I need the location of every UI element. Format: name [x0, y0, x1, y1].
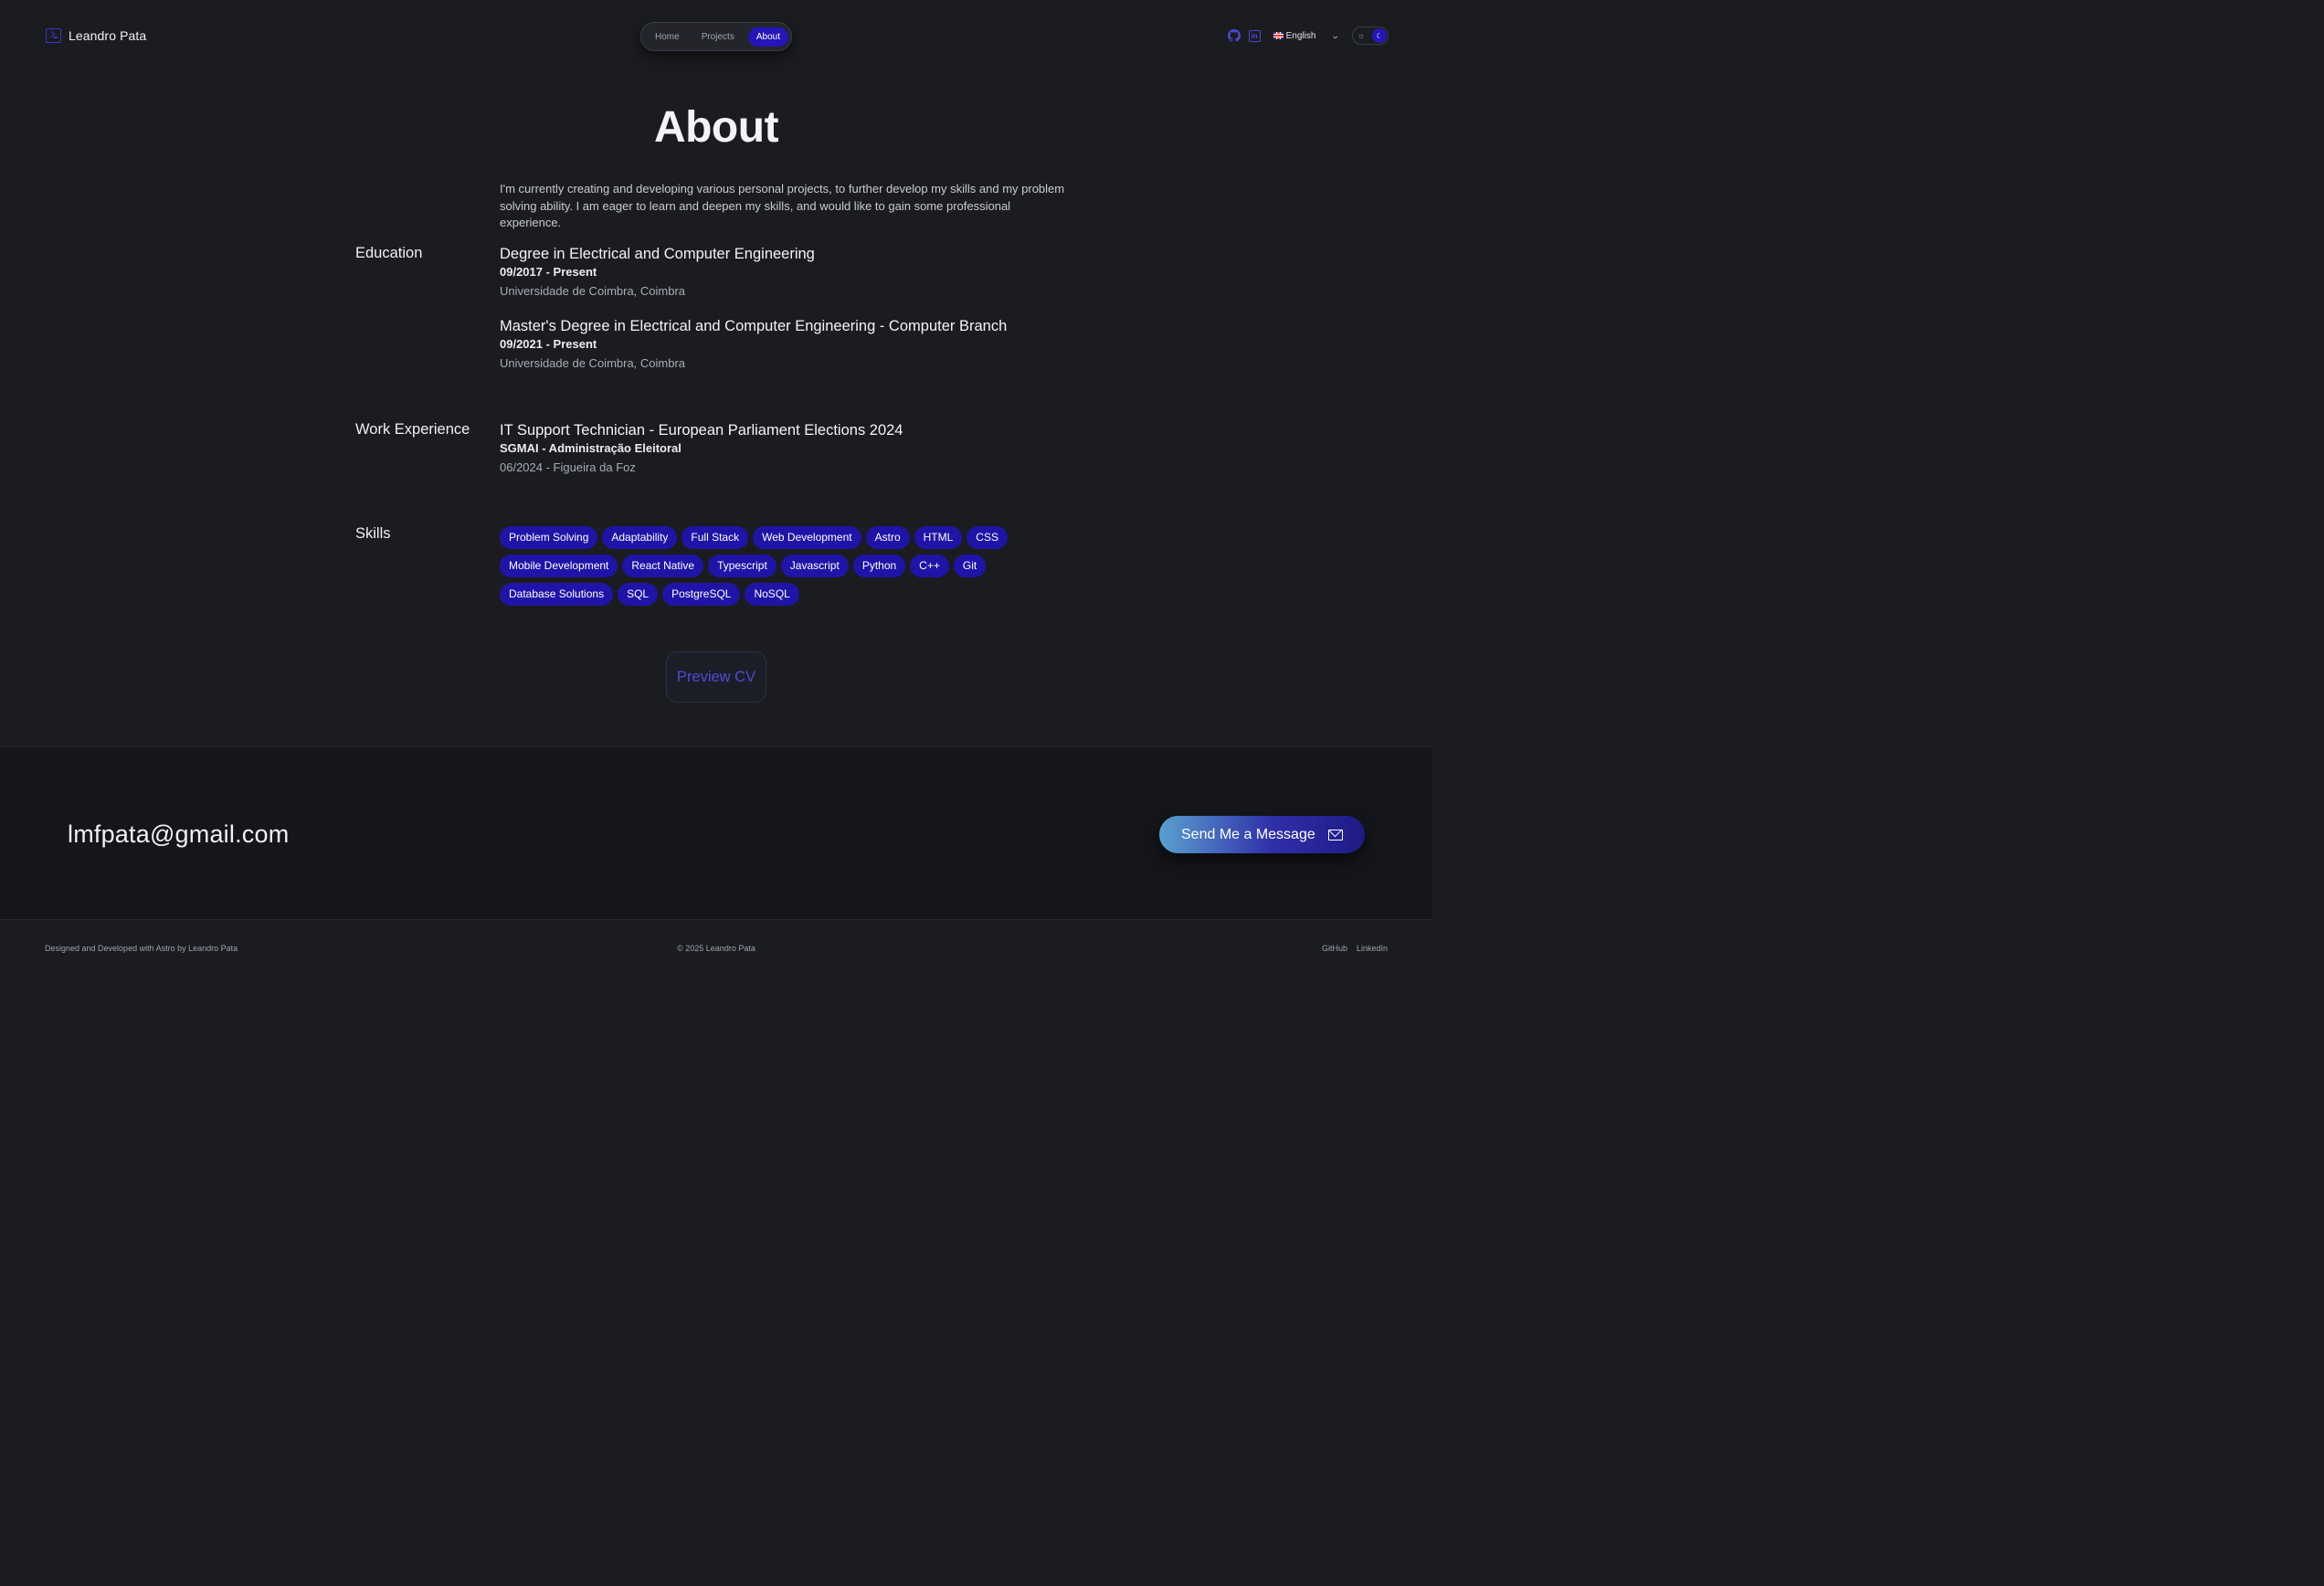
- entry-dates: 09/2017 - Present: [500, 265, 597, 279]
- theme-toggle[interactable]: ☼ ☾: [1352, 26, 1389, 45]
- skill-row: Mobile Development React Native Typescri…: [500, 555, 1011, 577]
- nav-projects[interactable]: Projects: [693, 27, 743, 47]
- footer-copyright: © 2025 Leandro Pata: [677, 944, 755, 953]
- skill-chip: React Native: [622, 555, 704, 577]
- nav-home[interactable]: Home: [647, 27, 688, 47]
- skills-list: Problem Solving Adaptability Full Stack …: [500, 526, 1011, 611]
- page-title: About: [653, 103, 779, 152]
- linkedin-icon[interactable]: in: [1248, 29, 1261, 42]
- preview-cv-button[interactable]: Preview CV: [666, 651, 766, 703]
- send-message-label: Send Me a Message: [1181, 826, 1315, 842]
- terminal-logo-icon: [46, 28, 61, 43]
- work-entry: IT Support Technician - European Parliam…: [500, 421, 903, 475]
- education-entry: Degree in Electrical and Computer Engine…: [500, 245, 815, 299]
- contact-email[interactable]: lmfpata@gmail.com: [68, 820, 289, 849]
- entry-meta: 06/2024 - Figueira da Foz: [500, 460, 636, 474]
- skills-heading: Skills: [355, 525, 391, 542]
- entry-dates: 09/2021 - Present: [500, 337, 597, 351]
- skill-row: Problem Solving Adaptability Full Stack …: [500, 526, 1011, 549]
- skill-row: Database Solutions SQL PostgreSQL NoSQL: [500, 583, 1011, 606]
- skill-chip: NoSQL: [745, 583, 799, 606]
- uk-flag-icon: [1273, 32, 1283, 39]
- site-header: Leandro Pata Home Projects About in Engl…: [0, 0, 1432, 73]
- skill-chip: Javascript: [780, 555, 849, 577]
- brand-name: Leandro Pata: [69, 28, 147, 43]
- entry-place: Universidade de Coimbra, Coimbra: [500, 284, 686, 298]
- skill-chip: C++: [910, 555, 949, 577]
- intro-text: I'm currently creating and developing va…: [500, 182, 1065, 229]
- skill-chip: CSS: [967, 526, 1008, 549]
- brand-link[interactable]: Leandro Pata: [46, 28, 146, 43]
- entry-org: SGMAI - Administração Eleitoral: [500, 441, 681, 455]
- sun-icon[interactable]: ☼: [1357, 31, 1365, 40]
- skill-chip: Astro: [865, 526, 910, 549]
- skill-chip: Full Stack: [681, 526, 749, 549]
- education-heading: Education: [355, 245, 423, 261]
- chevron-down-icon: ⌄: [1331, 30, 1341, 40]
- language-label: English: [1285, 30, 1316, 41]
- entry-title: Master's Degree in Electrical and Comput…: [500, 318, 1008, 334]
- main-nav: Home Projects About: [640, 22, 792, 51]
- nav-about[interactable]: About: [747, 26, 788, 47]
- footer-linkedin-link[interactable]: LinkedIn: [1357, 944, 1388, 953]
- skill-chip: Web Development: [753, 526, 861, 549]
- skill-chip: Python: [852, 555, 906, 577]
- entry-title: Degree in Electrical and Computer Engine…: [500, 246, 815, 262]
- send-message-button[interactable]: Send Me a Message: [1159, 816, 1365, 853]
- contact-section: lmfpata@gmail.com Send Me a Message: [0, 746, 1432, 920]
- skill-chip: HTML: [914, 526, 963, 549]
- skill-chip: SQL: [618, 583, 659, 606]
- work-heading: Work Experience: [355, 421, 470, 438]
- skill-chip: Git: [953, 555, 987, 577]
- education-entry: Master's Degree in Electrical and Comput…: [500, 317, 1007, 371]
- skill-chip: Mobile Development: [500, 555, 618, 577]
- header-actions: in English ⌄ ☼ ☾: [1227, 26, 1389, 45]
- skill-chip: Problem Solving: [500, 526, 598, 549]
- skill-chip: PostgreSQL: [662, 583, 741, 606]
- site-footer: Designed and Developed with Astro by Lea…: [0, 921, 1432, 978]
- entry-title: IT Support Technician - European Parliam…: [500, 422, 903, 439]
- skill-chip: Typescript: [708, 555, 776, 577]
- skill-chip: Database Solutions: [500, 583, 614, 606]
- footer-links: GitHub LinkedIn: [1322, 944, 1388, 953]
- language-select[interactable]: English ⌄: [1273, 30, 1341, 41]
- github-icon[interactable]: [1227, 29, 1241, 42]
- skill-chip: Adaptability: [602, 526, 678, 549]
- moon-icon[interactable]: ☾: [1372, 28, 1387, 43]
- footer-github-link[interactable]: GitHub: [1322, 944, 1347, 953]
- entry-place: Universidade de Coimbra, Coimbra: [500, 356, 686, 370]
- mail-icon: [1327, 829, 1343, 841]
